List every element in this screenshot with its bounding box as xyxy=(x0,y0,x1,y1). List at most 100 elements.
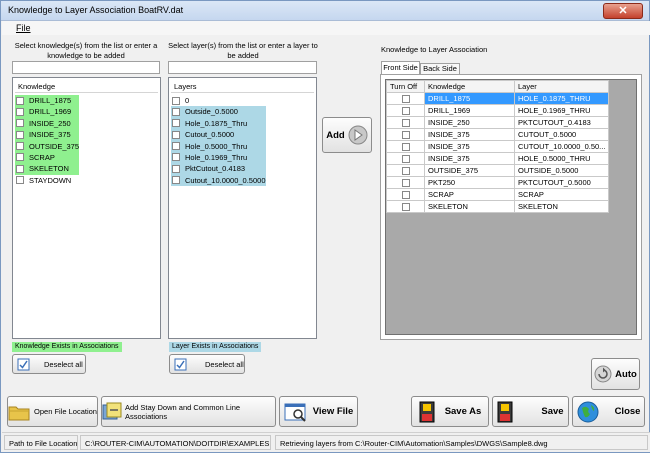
save-button[interactable]: Save xyxy=(492,396,569,427)
col-knowledge[interactable]: Knowledge xyxy=(424,80,515,93)
layer-cell[interactable]: SCRAP xyxy=(513,188,610,201)
association-row[interactable]: DRILL_1875 HOLE_0.1875_THRU xyxy=(386,92,610,105)
stay-down-icon xyxy=(102,402,122,419)
layer-cell[interactable]: CUTOUT_0.5000 xyxy=(513,128,610,141)
layer-cell[interactable]: PKTCUTOUT_0.4183 xyxy=(513,116,610,129)
knowledge-item[interactable]: OUTSIDE_375 xyxy=(15,140,80,152)
layer-cell[interactable]: PKTCUTOUT_0.5000 xyxy=(513,176,610,189)
knowledge-list[interactable]: Knowledge DRILL_1875 DRILL_1969 INSIDE_250… xyxy=(12,77,161,339)
turn-off-checkbox[interactable] xyxy=(401,143,410,151)
knowledge-item-checkbox[interactable] xyxy=(16,130,24,139)
association-row[interactable]: INSIDE_375 CUTOUT_10.0000_0.50... xyxy=(386,140,610,153)
layer-cell[interactable]: SKELETON xyxy=(513,200,610,213)
layer-item-checkbox[interactable] xyxy=(172,107,180,116)
layers-list-header: Layers xyxy=(171,80,314,93)
layer-item[interactable]: PktCutout_0.4183 xyxy=(171,163,266,175)
association-row[interactable]: PKT250 PKTCUTOUT_0.5000 xyxy=(386,176,610,189)
layer-item-checkbox[interactable] xyxy=(172,176,180,185)
layer-item-checkbox[interactable] xyxy=(172,153,180,162)
layer-cell[interactable]: HOLE_0.5000_THRU xyxy=(513,152,610,165)
knowledge-item[interactable]: SCRAP xyxy=(15,151,80,164)
turn-off-checkbox[interactable] xyxy=(401,95,410,103)
save-as-button[interactable]: Save As xyxy=(411,396,489,427)
association-grid[interactable]: Turn Off Knowledge Layer DRILL_1875 HOLE_… xyxy=(385,79,637,335)
knowledge-deselect-label: Deselect all xyxy=(44,359,83,369)
knowledge-item-checkbox[interactable] xyxy=(16,142,24,151)
col-layer[interactable]: Layer xyxy=(513,80,610,93)
layer-input[interactable] xyxy=(168,61,317,74)
knowledge-item[interactable]: STAYDOWN xyxy=(15,175,79,186)
open-file-location-button[interactable]: Open File Location xyxy=(7,396,98,427)
layers-deselect-all-button[interactable]: Deselect all xyxy=(169,354,245,374)
layer-item[interactable]: Outside_0.5000 xyxy=(171,106,266,118)
layer-item[interactable]: Cutout_0.5000 xyxy=(171,129,266,141)
knowledge-item-checkbox[interactable] xyxy=(16,119,24,128)
knowledge-item-checkbox[interactable] xyxy=(16,107,24,116)
knowledge-item[interactable]: SKELETON xyxy=(15,163,80,175)
turn-off-checkbox[interactable] xyxy=(401,167,410,175)
close-label: Close xyxy=(614,406,641,417)
tab-front-side[interactable]: Front Side xyxy=(381,61,420,74)
knowledge-item-checkbox[interactable] xyxy=(16,96,24,105)
knowledge-item-checkbox[interactable] xyxy=(16,153,24,162)
association-row[interactable]: INSIDE_375 HOLE_0.5000_THRU xyxy=(386,152,610,165)
association-row[interactable]: SCRAP SCRAP xyxy=(386,188,610,201)
turn-off-checkbox[interactable] xyxy=(401,155,410,163)
knowledge-cell[interactable]: SCRAP xyxy=(424,188,515,201)
turn-off-checkbox[interactable] xyxy=(401,203,410,211)
layer-item-checkbox[interactable] xyxy=(172,130,180,139)
menu-file[interactable]: File xyxy=(16,23,31,33)
knowledge-cell[interactable]: DRILL_1969 xyxy=(424,104,515,117)
knowledge-cell[interactable]: OUTSIDE_375 xyxy=(424,164,515,177)
knowledge-item[interactable]: INSIDE_375 xyxy=(15,129,80,141)
turn-off-checkbox[interactable] xyxy=(401,107,410,115)
add-stay-down-button[interactable]: Add Stay Down and Common Line Associatio… xyxy=(101,396,276,427)
layer-item-checkbox[interactable] xyxy=(172,164,180,173)
knowledge-cell[interactable]: PKT250 xyxy=(424,176,515,189)
turn-off-checkbox[interactable] xyxy=(401,131,410,139)
turn-off-checkbox[interactable] xyxy=(401,119,410,127)
layer-item-checkbox[interactable] xyxy=(172,142,180,151)
knowledge-cell[interactable]: INSIDE_375 xyxy=(424,140,515,153)
auto-button[interactable]: Auto xyxy=(591,358,640,390)
knowledge-item-checkbox[interactable] xyxy=(16,164,24,173)
knowledge-cell[interactable]: INSIDE_250 xyxy=(424,116,515,129)
layer-item[interactable]: Hole_0.1969_Thru xyxy=(171,151,266,164)
knowledge-item[interactable]: DRILL_1875 xyxy=(15,95,80,107)
add-button[interactable]: Add xyxy=(322,117,372,153)
knowledge-input[interactable] xyxy=(12,61,160,74)
view-file-button[interactable]: View File xyxy=(279,396,358,427)
association-row[interactable]: SKELETON SKELETON xyxy=(386,200,610,213)
layer-cell[interactable]: HOLE_0.1875_THRU xyxy=(513,92,610,105)
save-label: Save xyxy=(541,406,564,417)
layer-item-checkbox[interactable] xyxy=(172,96,180,105)
col-turn-off[interactable]: Turn Off xyxy=(386,80,425,93)
knowledge-cell[interactable]: DRILL_1875 xyxy=(424,92,515,105)
layer-item-checkbox[interactable] xyxy=(172,119,180,128)
layer-cell[interactable]: OUTSIDE_0.5000 xyxy=(513,164,610,177)
layer-item[interactable]: 0 xyxy=(171,95,266,106)
association-row[interactable]: INSIDE_375 CUTOUT_0.5000 xyxy=(386,128,610,141)
layer-item[interactable]: Cutout_10.0000_0.5000 xyxy=(171,174,266,187)
knowledge-deselect-all-button[interactable]: Deselect all xyxy=(12,354,86,374)
window-close-button[interactable]: ✕ xyxy=(603,3,643,19)
knowledge-item-checkbox[interactable] xyxy=(16,176,24,185)
close-button[interactable]: Close xyxy=(572,396,645,427)
association-row[interactable]: DRILL_1969 HOLE_0.1969_THRU xyxy=(386,104,610,117)
layer-item[interactable]: Hole_0.5000_Thru xyxy=(171,140,266,152)
turn-off-checkbox[interactable] xyxy=(401,191,410,199)
association-row[interactable]: OUTSIDE_375 OUTSIDE_0.5000 xyxy=(386,164,610,177)
layer-cell[interactable]: HOLE_0.1969_THRU xyxy=(513,104,610,117)
knowledge-cell[interactable]: SKELETON xyxy=(424,200,515,213)
turn-off-checkbox[interactable] xyxy=(401,179,410,187)
knowledge-cell[interactable]: INSIDE_375 xyxy=(424,128,515,141)
knowledge-item[interactable]: INSIDE_250 xyxy=(15,117,80,130)
knowledge-item[interactable]: DRILL_1969 xyxy=(15,106,80,118)
tab-back-side[interactable]: Back Side xyxy=(420,63,460,74)
refresh-icon xyxy=(594,365,612,383)
knowledge-cell[interactable]: INSIDE_375 xyxy=(424,152,515,165)
layer-cell[interactable]: CUTOUT_10.0000_0.50... xyxy=(513,140,610,153)
layers-list[interactable]: Layers 0 Outside_0.5000 Hole_0.1875_Thru Cu… xyxy=(168,77,317,339)
layer-item[interactable]: Hole_0.1875_Thru xyxy=(171,117,266,130)
association-row[interactable]: INSIDE_250 PKTCUTOUT_0.4183 xyxy=(386,116,610,129)
